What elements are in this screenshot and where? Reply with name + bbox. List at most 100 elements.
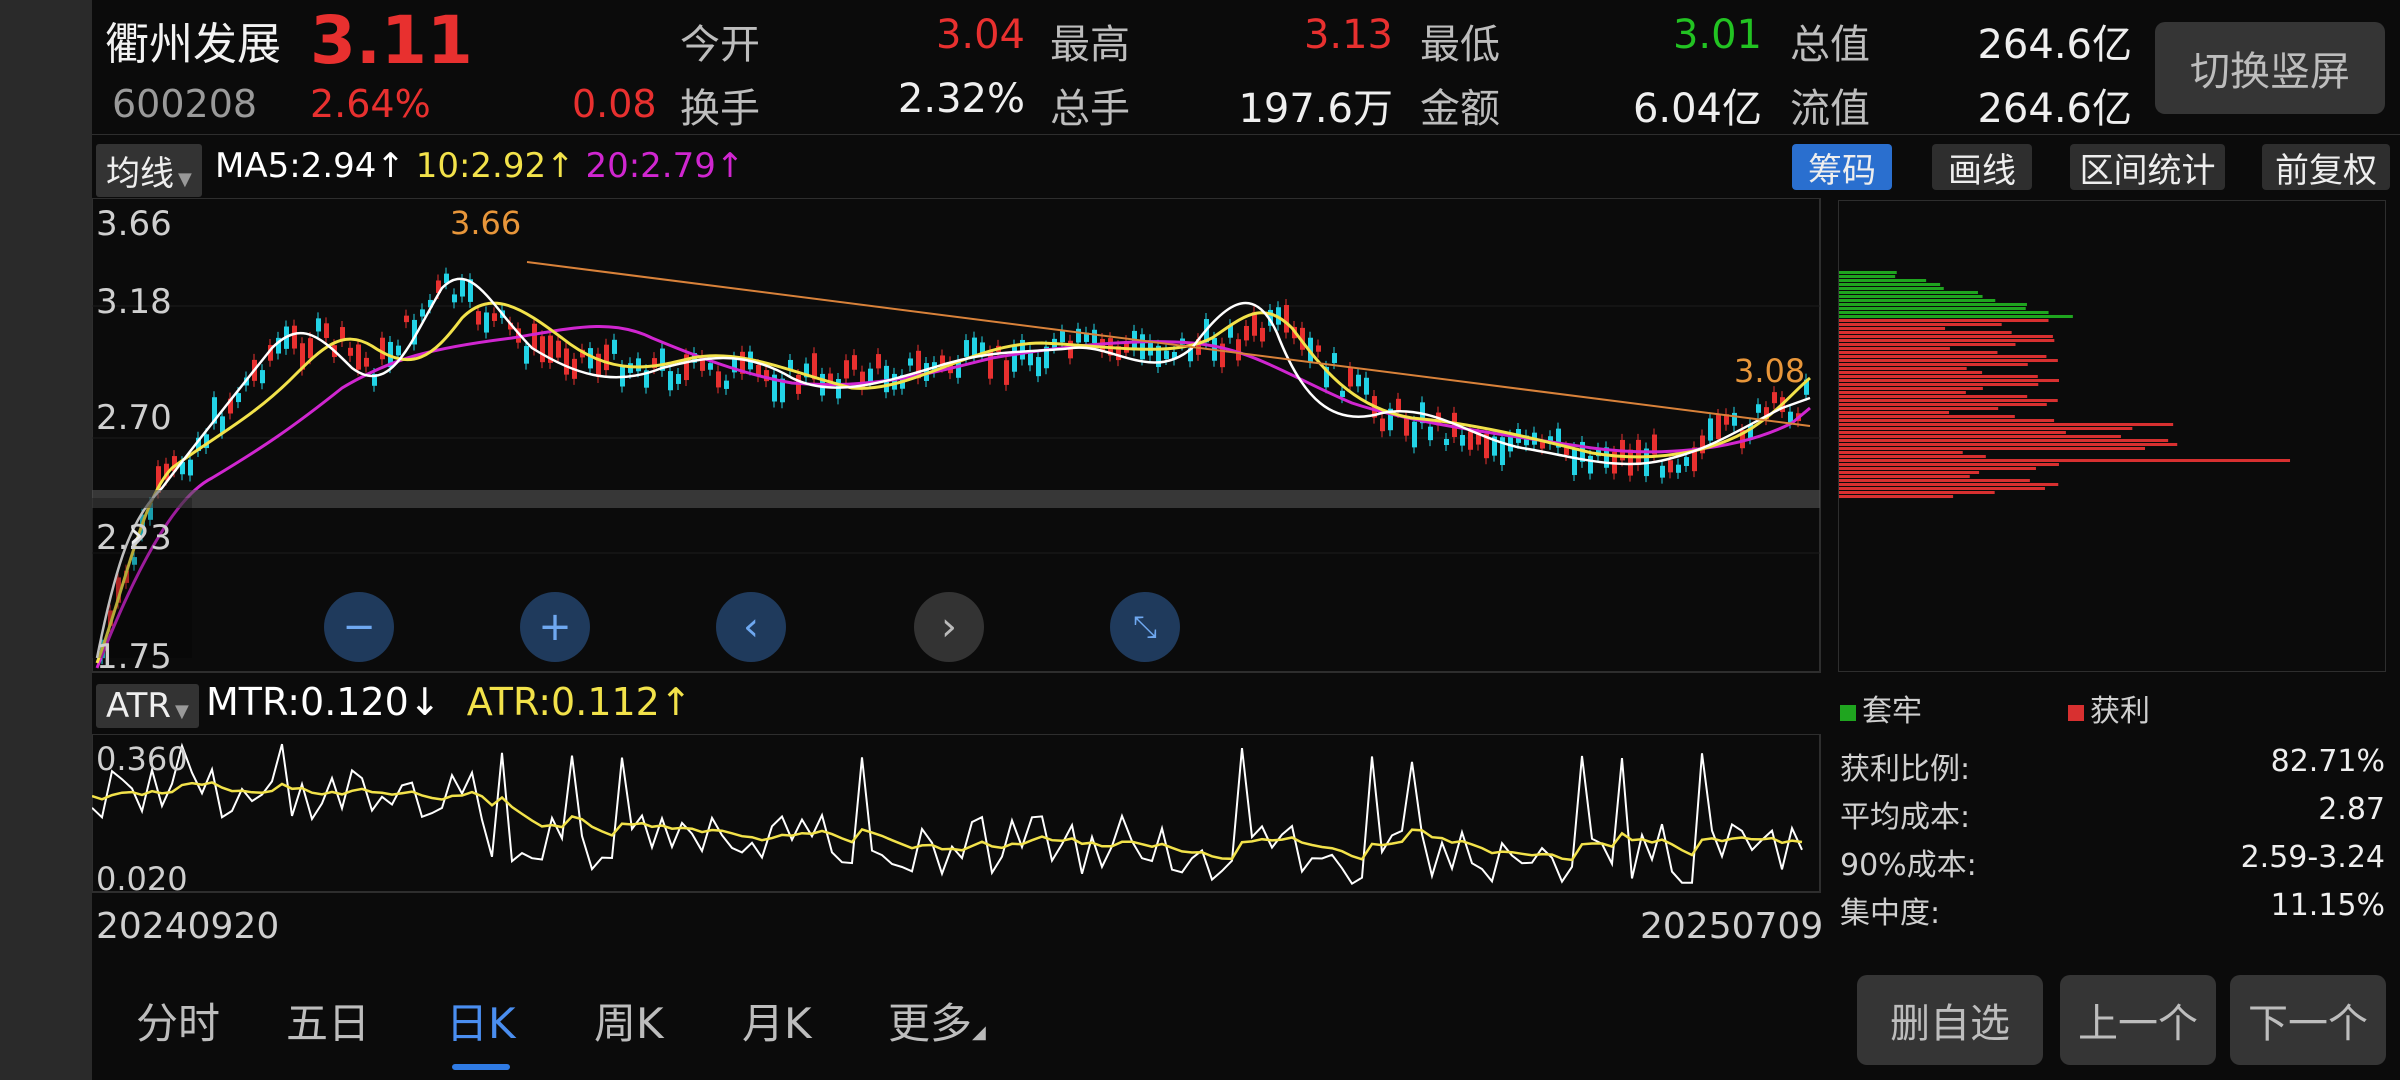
candle-body <box>1468 431 1473 450</box>
ma5-value: MA5:2.94 <box>215 146 377 186</box>
left-edge-bar <box>0 0 92 1080</box>
chip-bar <box>1839 487 2045 490</box>
corner-triangle-icon: ◢ <box>972 1022 986 1043</box>
candle-body <box>396 345 401 356</box>
chip-bar <box>1839 383 2039 386</box>
chip-bar <box>1839 495 1954 498</box>
chip-bars <box>1839 271 2291 498</box>
quote-label-mktcap: 总值 <box>1790 22 1870 68</box>
chip-bar <box>1839 367 1967 370</box>
legend-trapped: 套牢 <box>1840 686 1922 730</box>
candle-body <box>404 315 409 323</box>
main-indicator-select[interactable]: 均线 ▼ <box>96 144 202 197</box>
candle-body <box>556 340 561 358</box>
chip-bar <box>1839 443 2178 446</box>
change-percent: 2.64% <box>310 82 431 126</box>
tab-daily-k[interactable]: 日K <box>446 990 516 1051</box>
candle-body <box>908 358 913 366</box>
candle-body <box>1060 330 1065 343</box>
scroll-left-icon[interactable]: ‹ <box>716 592 786 662</box>
switch-portrait-button[interactable]: 切换竖屏 <box>2155 22 2385 114</box>
scroll-right-icon[interactable]: › <box>914 592 984 662</box>
zoom-out-icon[interactable]: − <box>324 592 394 662</box>
stock-name: 衢州发展 <box>105 19 281 70</box>
chip-bar <box>1839 407 1999 410</box>
chip-bar <box>1839 291 1978 294</box>
stat-value-profit-ratio: 82.71% <box>2270 744 2385 779</box>
candle-body <box>1252 312 1257 336</box>
chip-bar <box>1839 327 1946 330</box>
mtr-down-arrow-icon: ↓ <box>408 680 441 724</box>
candle-body <box>1772 392 1777 404</box>
expand-arrow-icon[interactable]: › <box>128 512 144 558</box>
quote-label-high: 最高 <box>1050 22 1130 68</box>
candle-body <box>1732 412 1737 426</box>
range-stats-button[interactable]: 区间统计 <box>2070 144 2225 191</box>
atr-up-arrow-icon: ↑ <box>659 680 692 724</box>
end-date: 20250709 <box>1640 906 1824 947</box>
forward-adjust-button[interactable]: 前复权 <box>2262 144 2390 191</box>
candle-body <box>1164 350 1169 359</box>
candle-body <box>1396 398 1401 412</box>
tab-weekly-k[interactable]: 周K <box>594 990 664 1051</box>
atr-y-tick-max: 0.360 <box>96 740 188 778</box>
remove-watchlist-button[interactable]: 删自选 <box>1857 975 2043 1065</box>
chip-bar <box>1839 271 1897 274</box>
chips-button[interactable]: 筹码 <box>1792 144 1892 191</box>
candle-body <box>452 294 457 303</box>
y-tick-1.75: 1.75 <box>96 637 172 677</box>
reset-zoom-icon[interactable]: ⤡ <box>1110 592 1180 662</box>
legend-profit-swatch <box>2068 705 2084 721</box>
chip-bar <box>1839 455 1986 458</box>
quote-value-mktcap: 264.6亿 <box>1977 22 2132 68</box>
zoom-in-icon[interactable]: + <box>520 592 590 662</box>
tab-five-day[interactable]: 五日 <box>286 990 370 1051</box>
legend-profit: 获利 <box>2068 686 2150 730</box>
atr-value: ATR:0.112 <box>466 680 660 724</box>
chip-bar <box>1839 423 2174 426</box>
candle-body <box>308 338 313 359</box>
chip-bar <box>1839 467 2036 470</box>
sub-indicator-select[interactable]: ATR ▼ <box>96 684 199 728</box>
chip-bar <box>1839 439 2169 442</box>
candle-body <box>1364 377 1369 395</box>
candle-body <box>316 318 321 332</box>
next-button[interactable]: 下一个 <box>2230 975 2386 1065</box>
ma-values: MA5:2.94↑ 10:2.92↑ 20:2.79↑ <box>215 146 744 186</box>
quote-label-volume: 总手 <box>1050 86 1130 132</box>
candle-body <box>1428 426 1433 441</box>
stock-code: 600208 <box>112 82 258 126</box>
previous-button[interactable]: 上一个 <box>2060 975 2216 1065</box>
tab-intraday[interactable]: 分时 <box>136 990 220 1051</box>
candle-body <box>492 313 497 321</box>
last-price-marker: 3.08 <box>1734 352 1806 390</box>
candle-body <box>1444 438 1449 446</box>
chip-bar <box>1839 463 2059 466</box>
tab-more[interactable]: 更多◢ <box>888 990 986 1051</box>
chip-bar <box>1839 359 2058 362</box>
candle-body <box>540 336 545 363</box>
chip-bar <box>1839 459 2291 462</box>
stat-label-concentration: 集中度: <box>1840 896 1941 931</box>
candle-body <box>532 323 537 350</box>
quote-value-volume: 197.6万 <box>1238 86 1393 132</box>
candle-body <box>1004 360 1009 385</box>
atr-chart[interactable] <box>92 734 1822 894</box>
candle-body <box>708 363 713 370</box>
tab-monthly-k[interactable]: 月K <box>742 990 812 1051</box>
high-price-marker: 3.66 <box>450 204 522 242</box>
quote-label-low: 最低 <box>1420 22 1500 68</box>
mtr-value: MTR:0.120 <box>206 680 409 724</box>
candle-body <box>636 358 641 372</box>
stock-price: 3.11 <box>310 2 473 79</box>
stat-label-profit-ratio: 获利比例: <box>1840 752 1971 787</box>
draw-line-button[interactable]: 画线 <box>1932 144 2032 191</box>
candle-body <box>852 355 857 370</box>
chip-bar <box>1839 411 1950 414</box>
candle-body <box>1708 418 1713 441</box>
stat-value-avg-cost: 2.87 <box>2318 792 2385 827</box>
start-date: 20240920 <box>96 906 280 947</box>
candle-body <box>356 344 361 370</box>
quote-label-float: 流值 <box>1790 86 1870 132</box>
candle-body <box>564 348 569 375</box>
